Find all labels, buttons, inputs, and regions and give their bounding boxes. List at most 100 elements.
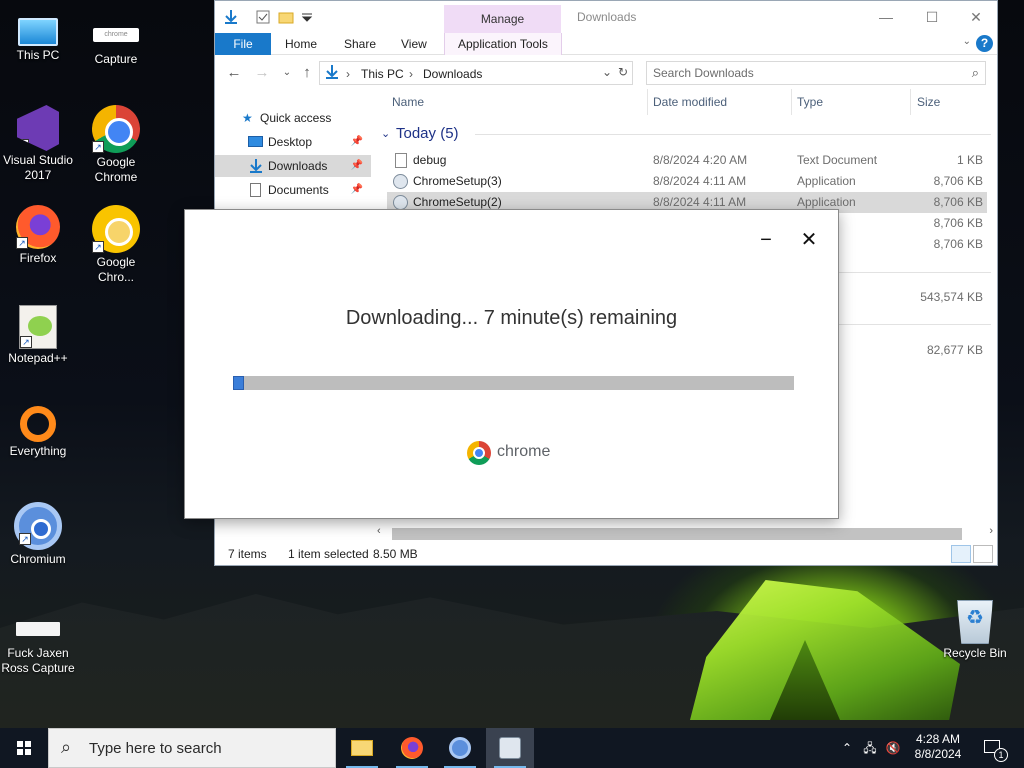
desktop-icon-firefox[interactable]: ↗ Firefox	[0, 205, 76, 266]
search-box[interactable]: ⌕	[646, 61, 986, 85]
large-icons-view-icon[interactable]	[973, 545, 993, 563]
horizontal-scrollbar[interactable]: ‹ ›	[375, 525, 995, 542]
nav-item-documents[interactable]: Documents 📌	[215, 179, 371, 201]
taskbar-firefox[interactable]	[388, 728, 436, 768]
breadcrumb-downloads[interactable]: Downloads	[423, 67, 482, 81]
download-progress-bar	[233, 376, 794, 390]
desktop-icon-notepad-plus-plus[interactable]: ↗ Notepad++	[0, 305, 76, 366]
column-header-name[interactable]: Name	[392, 95, 424, 109]
desktop-icon-google-chrome-canary[interactable]: ↗ Google Chro...	[78, 205, 154, 285]
desktop-icon-capture-file[interactable]: Fuck Jaxen Ross Capture	[0, 600, 76, 676]
title-bar: Manage Downloads — ☐ ✕	[215, 1, 997, 33]
file-size: 8,706 KB	[933, 216, 983, 230]
desktop-icon-label: Chromium	[10, 552, 66, 566]
new-folder-icon[interactable]	[278, 9, 294, 25]
expand-ribbon-chevron-icon[interactable]: ⌄	[963, 36, 971, 47]
search-magnifier-icon: ⌕	[61, 737, 72, 757]
help-icon[interactable]: ?	[976, 35, 993, 52]
windows-logo-icon	[17, 741, 31, 755]
taskbar-chrome-installer[interactable]	[486, 728, 534, 768]
firefox-icon: ↗	[16, 205, 60, 249]
desktop-icon-label: Google Chro...	[96, 255, 136, 284]
address-dropdown-chevron-icon[interactable]: ⌄	[602, 65, 612, 79]
tab-application-tools[interactable]: Application Tools	[444, 33, 562, 55]
minimize-button[interactable]: —	[863, 5, 909, 29]
firefox-icon	[401, 737, 423, 759]
column-header-type[interactable]: Type	[797, 95, 823, 109]
show-hidden-icons-chevron-icon[interactable]: ⌃	[838, 728, 856, 768]
breadcrumb-this-pc[interactable]: This PC	[361, 67, 404, 81]
start-button[interactable]	[0, 728, 48, 768]
installer-minimize-button[interactable]: −	[754, 228, 778, 252]
file-size: 8,706 KB	[933, 237, 983, 251]
nav-item-label: Downloads	[268, 159, 328, 173]
file-size: 1 KB	[956, 153, 983, 167]
tab-home[interactable]: Home	[272, 33, 330, 55]
action-center-button[interactable]: 1	[974, 728, 1014, 768]
status-item-count: 7 items	[228, 547, 267, 561]
manage-context-tab[interactable]: Manage	[444, 5, 561, 33]
taskbar-chromium[interactable]	[436, 728, 484, 768]
desktop-icon-label: Recycle Bin	[943, 646, 1007, 660]
text-file-icon	[395, 153, 407, 168]
column-divider[interactable]	[647, 89, 648, 115]
group-collapse-chevron-icon[interactable]: ⌄	[381, 127, 390, 140]
tab-share[interactable]: Share	[331, 33, 389, 55]
desktop-icon-capture[interactable]: chrome Capture	[78, 10, 154, 67]
scroll-left-arrow-icon[interactable]: ‹	[377, 525, 381, 537]
scrollbar-thumb[interactable]	[392, 528, 962, 540]
nav-item-downloads[interactable]: Downloads 📌	[215, 155, 371, 177]
taskbar-file-explorer[interactable]	[338, 728, 386, 768]
column-header-size[interactable]: Size	[917, 95, 940, 109]
desktop-icon-everything[interactable]: Everything	[0, 402, 76, 459]
search-icon[interactable]: ⌕	[972, 65, 979, 81]
tab-view[interactable]: View	[388, 33, 440, 55]
file-name: debug	[413, 153, 447, 167]
close-button[interactable]: ✕	[953, 5, 999, 29]
back-arrow-icon[interactable]: ←	[224, 63, 244, 83]
refresh-icon[interactable]: ↻	[618, 65, 628, 79]
clock[interactable]: 4:28 AM 8/8/2024	[906, 728, 970, 768]
properties-checkbox-icon[interactable]	[255, 9, 271, 25]
file-row[interactable]: debug 8/8/2024 4:20 AM Text Document 1 K…	[387, 150, 987, 171]
nav-item-desktop[interactable]: Desktop 📌	[215, 131, 371, 153]
pin-icon[interactable]: 📌	[351, 179, 363, 201]
network-icon[interactable]: 🖧	[860, 728, 880, 768]
column-divider[interactable]	[910, 89, 911, 115]
installer-close-button[interactable]: ✕	[797, 228, 821, 252]
file-date: 8/8/2024 4:11 AM	[653, 174, 747, 188]
file-row[interactable]: ChromeSetup(3) 8/8/2024 4:11 AM Applicat…	[387, 171, 987, 192]
column-divider[interactable]	[791, 89, 792, 115]
pin-icon[interactable]: 📌	[351, 155, 363, 177]
tab-file[interactable]: File	[215, 33, 271, 55]
desktop-icon-google-chrome[interactable]: ↗ Google Chrome	[78, 105, 154, 185]
installer-app-icon	[393, 195, 408, 210]
search-input[interactable]	[653, 66, 953, 80]
desktop-icon-visual-studio[interactable]: ↗ Visual Studio 2017	[0, 105, 76, 183]
desktop-icon-chromium[interactable]: ↗ Chromium	[0, 502, 76, 567]
desktop-icon-recycle-bin[interactable]: Recycle Bin	[937, 600, 1013, 661]
customize-toolbar-dropdown-icon[interactable]	[299, 9, 315, 25]
details-view-icon[interactable]	[951, 545, 971, 563]
status-selection: 1 item selected	[288, 547, 369, 561]
downloads-location-icon	[324, 64, 340, 83]
computer-icon	[18, 18, 58, 46]
maximize-button[interactable]: ☐	[909, 5, 955, 29]
clock-time: 4:28 AM	[915, 732, 961, 746]
pin-icon[interactable]: 📌	[351, 131, 363, 153]
nav-item-quick-access[interactable]: ★ Quick access	[215, 107, 371, 129]
recent-locations-chevron-icon[interactable]: ⌄	[277, 63, 297, 83]
desktop-icon-this-pc[interactable]: This PC	[0, 10, 76, 63]
image-file-icon	[16, 622, 60, 636]
up-arrow-icon[interactable]: ↑	[297, 63, 317, 83]
volume-muted-icon[interactable]: 🔇	[882, 728, 904, 768]
column-header-date-modified[interactable]: Date modified	[653, 95, 727, 109]
address-box[interactable]: › This PC › Downloads ⌄ ↻	[319, 61, 633, 85]
group-header-today[interactable]: Today (5)	[396, 125, 459, 142]
forward-arrow-icon[interactable]: →	[252, 63, 272, 83]
chromium-icon: ↗	[14, 502, 62, 550]
file-size: 82,677 KB	[926, 343, 983, 357]
desktop-icon-label: Google Chrome	[94, 155, 138, 184]
scroll-right-arrow-icon[interactable]: ›	[989, 525, 993, 537]
taskbar-search-box[interactable]: ⌕ Type here to search	[48, 728, 336, 768]
